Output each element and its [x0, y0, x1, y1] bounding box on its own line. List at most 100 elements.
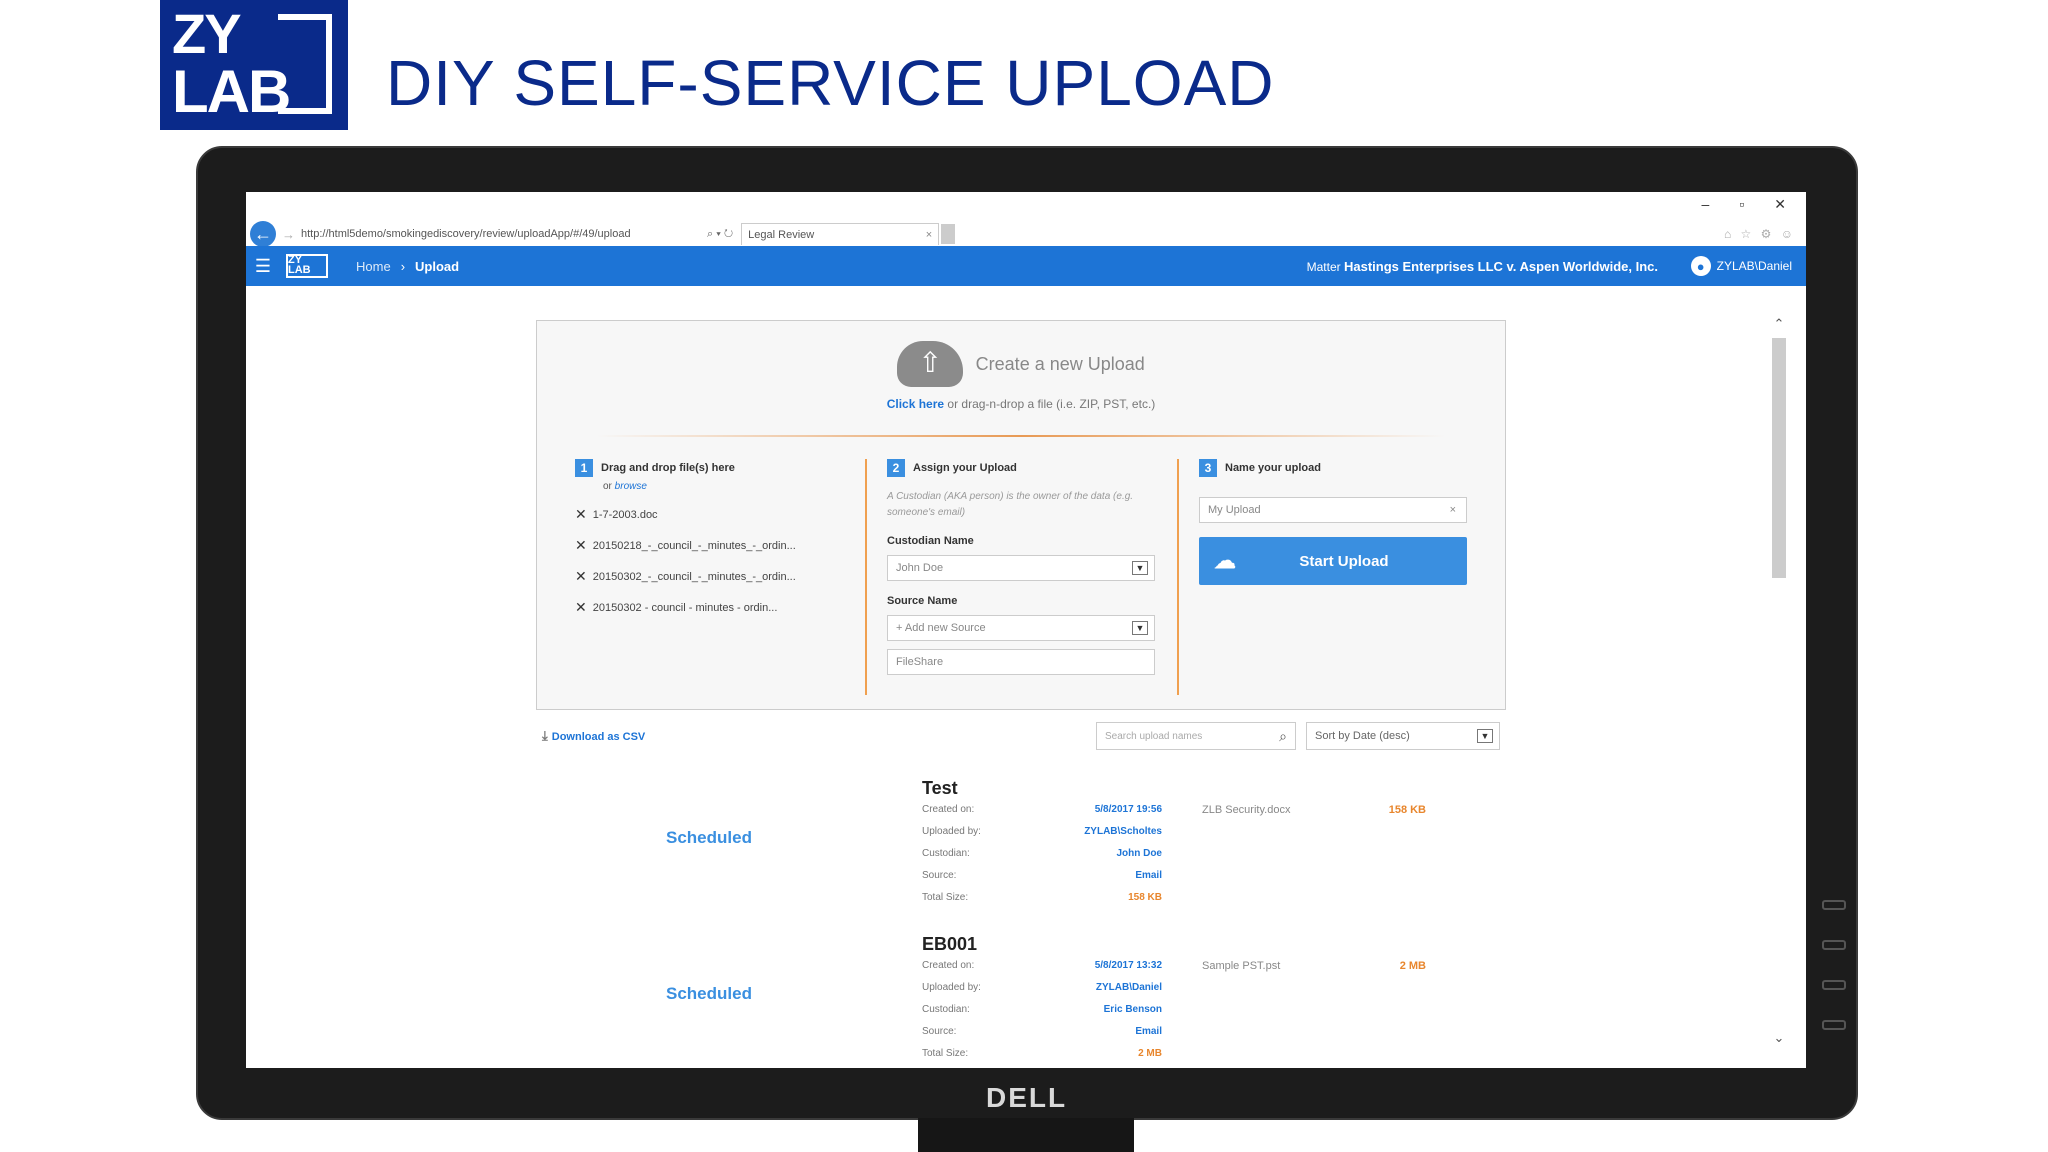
source-input-value: FileShare — [896, 656, 944, 668]
app-logo[interactable]: ZY LAB — [286, 254, 328, 278]
browser-tab[interactable]: Legal Review × — [741, 223, 940, 245]
meta-key: Created on: — [922, 804, 975, 815]
meta-uploaded-by: ZYLAB\Scholtes — [1084, 826, 1162, 837]
breadcrumb-home[interactable]: Home — [356, 259, 391, 274]
upload-file-size: 2 MB — [1399, 960, 1426, 972]
file-name: 20150218_-_council_-_minutes_-_ordin... — [592, 539, 796, 552]
create-upload-panel: ⇧ Create a new Upload Click here or drag… — [536, 320, 1506, 710]
remove-file-icon[interactable]: ✕ — [575, 599, 587, 616]
or-text: or — [603, 481, 615, 492]
toolbar-icons[interactable]: ⌂ ☆ ⚙ ☺ — [1724, 227, 1796, 241]
meta-created: 5/8/2017 13:32 — [1094, 960, 1162, 971]
file-name: 20150302 - council - minutes - ordin... — [592, 601, 778, 614]
list-toolbar: ⤓ Download as CSV Search upload names ⌕ S… — [536, 722, 1506, 752]
scrollbar-thumb[interactable] — [1772, 338, 1786, 578]
browser-window: – ▫ ✕ ← → http://html5demo/smokingedisco… — [246, 192, 1806, 1068]
matter-info: Matter Hastings Enterprises LLC v. Aspen… — [1307, 259, 1658, 274]
url-field[interactable]: http://html5demo/smokingediscovery/revie… — [301, 228, 701, 240]
meta-total-size: 2 MB — [1138, 1048, 1162, 1059]
download-icon: ⤓ — [542, 728, 548, 743]
browse-line: or browse — [603, 481, 855, 492]
step-1-header: 1 Drag and drop file(s) here — [575, 459, 855, 477]
search-input[interactable]: Search upload names ⌕ — [1096, 722, 1296, 750]
meta-row: Custodian: Eric Benson — [922, 1004, 1162, 1026]
step-2-header: 2 Assign your Upload — [887, 459, 1175, 477]
meta-total-size: 158 KB — [1128, 892, 1162, 903]
sort-select[interactable]: Sort by Date (desc) ▼ — [1306, 722, 1500, 750]
restore-button[interactable]: ▫ — [1739, 196, 1744, 216]
scrollbar[interactable]: ⌃ ⌄ — [1772, 316, 1786, 1046]
upload-name-input[interactable]: My Upload × — [1199, 497, 1467, 523]
meta-row: Custodian: John Doe — [922, 848, 1162, 870]
start-upload-label: Start Upload — [1299, 552, 1389, 570]
upload-entry: Scheduled Test Created on: 5/8/2017 19:56… — [536, 778, 1506, 928]
file-name: 1-7-2003.doc — [592, 508, 658, 521]
browse-link[interactable]: browse — [615, 481, 647, 492]
file-name: 20150302_-_council_-_minutes_-_ordin... — [592, 570, 796, 583]
step-3-header: 3 Name your upload — [1199, 459, 1477, 477]
tab-close-icon[interactable]: × — [926, 229, 932, 241]
download-csv-label: Download as CSV — [551, 731, 646, 743]
step-2-title: Assign your Upload — [913, 462, 1017, 474]
user-menu[interactable]: ● ZYLAB\Daniel — [1690, 256, 1792, 276]
step-3-title: Name your upload — [1225, 462, 1321, 474]
monitor-button — [1822, 900, 1846, 910]
custodian-value: John Doe — [896, 562, 944, 574]
chevron-down-icon[interactable]: ▼ — [1477, 729, 1493, 743]
remove-file-icon[interactable]: ✕ — [575, 537, 587, 554]
step-1-title: Drag and drop file(s) here — [601, 462, 735, 474]
meta-key: Source: — [922, 870, 957, 881]
source-select[interactable]: + Add new Source ▼ — [887, 615, 1155, 641]
app-header: ☰ ZY LAB Home › Upload Matter Hastings E… — [246, 246, 1806, 286]
meta-custodian: Eric Benson — [1103, 1004, 1162, 1015]
meta-key: Custodian: — [922, 1004, 970, 1015]
meta-row: Source: Email — [922, 1026, 1162, 1048]
close-window-button[interactable]: ✕ — [1774, 196, 1786, 216]
logo-text-bottom: LAB — [172, 58, 291, 125]
chevron-down-icon[interactable]: ▼ — [1132, 561, 1148, 575]
sort-value: Sort by Date (desc) — [1315, 730, 1410, 742]
upload-name: EB001 — [922, 934, 978, 954]
step-2-number: 2 — [887, 459, 905, 477]
meta-source: Email — [1135, 1026, 1162, 1037]
meta-uploaded-by: ZYLAB\Daniel — [1095, 982, 1162, 993]
create-upload-title: Create a new Upload — [975, 353, 1145, 374]
scroll-up-icon[interactable]: ⌃ — [1772, 316, 1786, 332]
back-button[interactable]: ← — [250, 221, 276, 247]
address-bar: ← → http://html5demo/smokingediscovery/r… — [246, 221, 1806, 247]
upload-status: Scheduled — [666, 984, 752, 1003]
meta-row: Created on: 5/8/2017 19:56 — [922, 804, 1162, 826]
custodian-select[interactable]: John Doe ▼ — [887, 555, 1155, 581]
remove-file-icon[interactable]: ✕ — [575, 506, 587, 523]
menu-icon[interactable]: ☰ — [246, 256, 280, 277]
scroll-down-icon[interactable]: ⌄ — [1772, 1030, 1786, 1046]
clear-icon[interactable]: × — [1450, 504, 1456, 516]
search-placeholder: Search upload names — [1105, 730, 1203, 742]
meta-key: Custodian: — [922, 848, 970, 859]
click-here-link[interactable]: Click here — [887, 397, 944, 411]
start-upload-button[interactable]: ☁ Start Upload — [1199, 537, 1467, 585]
main-content: ⇧ Create a new Upload Click here or drag… — [246, 286, 1806, 1068]
minimize-button[interactable]: – — [1702, 196, 1710, 216]
refresh-icon[interactable]: ⌕ ▾ ↻ — [707, 228, 733, 241]
upload-name-value: My Upload — [1208, 504, 1261, 516]
download-csv-link[interactable]: ⤓ Download as CSV — [542, 728, 645, 744]
window-controls: – ▫ ✕ — [1702, 196, 1787, 216]
step-1-number: 1 — [575, 459, 593, 477]
chevron-down-icon[interactable]: ▼ — [1132, 621, 1148, 635]
search-icon[interactable]: ⌕ — [1279, 728, 1287, 745]
forward-button[interactable]: → — [282, 227, 295, 242]
logo-text-top: ZY — [172, 2, 242, 65]
monitor-button — [1822, 980, 1846, 990]
cloud-upload-icon[interactable]: ⇧ — [897, 341, 964, 387]
slide: ZY LAB DIY SELF-SERVICE UPLOAD DELL – ▫ … — [0, 0, 2048, 1152]
tab-title: Legal Review — [748, 228, 815, 241]
source-name-input[interactable]: FileShare — [887, 649, 1155, 675]
matter-value: Hastings Enterprises LLC v. Aspen Worldw… — [1344, 258, 1658, 274]
remove-file-icon[interactable]: ✕ — [575, 568, 587, 585]
file-item: ✕ 1-7-2003.doc — [575, 506, 855, 523]
meta-row: Uploaded by: ZYLAB\Daniel — [922, 982, 1162, 1004]
meta-custodian: John Doe — [1116, 848, 1162, 859]
new-tab-button[interactable] — [941, 224, 956, 244]
breadcrumb-separator-icon: › — [400, 258, 406, 274]
